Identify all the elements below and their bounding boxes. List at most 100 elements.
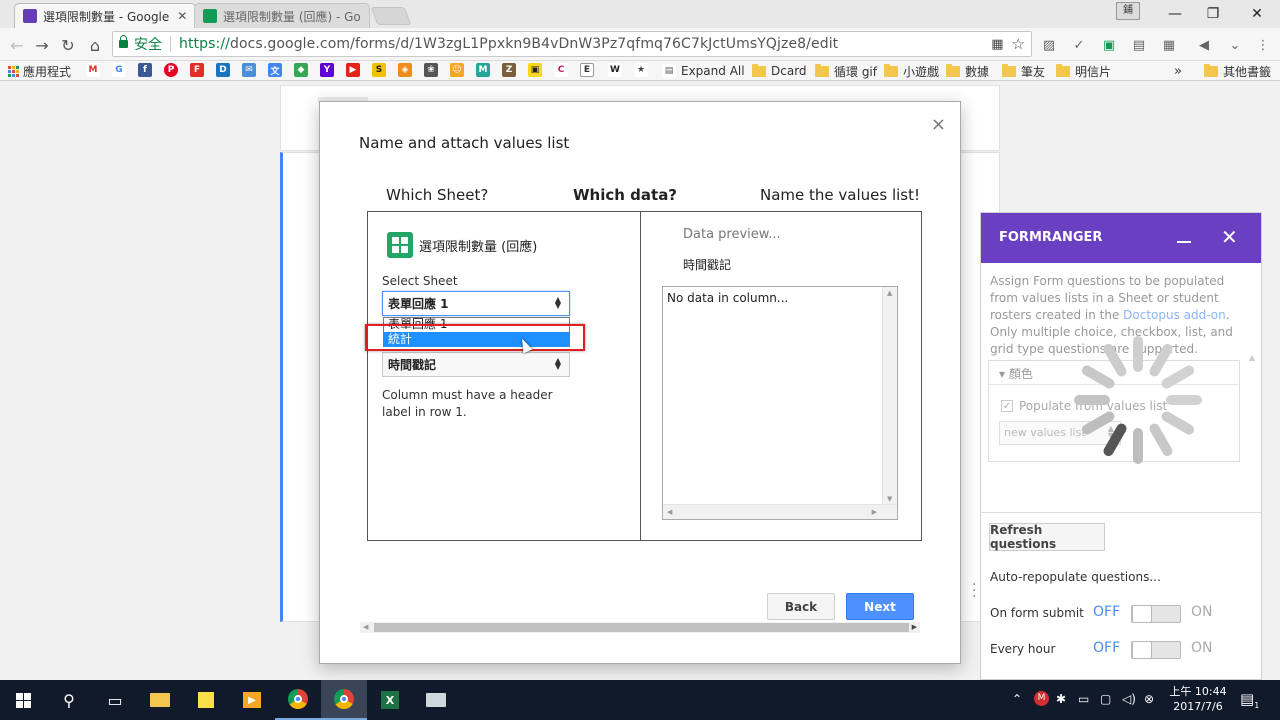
chrome-icon[interactable] <box>321 680 367 720</box>
flipboard-icon[interactable]: F <box>190 63 204 77</box>
yahoo-icon[interactable]: Y <box>320 63 334 77</box>
bookmark-folder[interactable]: 小遊戲 <box>884 63 939 79</box>
volume-icon[interactable]: ◁) <box>1122 692 1136 706</box>
forward-button[interactable]: → <box>31 34 53 56</box>
secure-indicator[interactable]: 安全 <box>113 34 162 54</box>
qr-code-icon[interactable]: ▦ <box>991 37 1003 52</box>
next-button[interactable]: Next <box>846 593 914 620</box>
media-player-icon[interactable]: ▶ <box>229 680 275 720</box>
notification-icon[interactable]: ▤1 <box>1240 690 1259 710</box>
check-icon[interactable]: ✓ <box>1070 36 1088 54</box>
new-tab-button[interactable] <box>370 7 412 25</box>
speaker-icon[interactable]: ◀ <box>1195 36 1213 54</box>
pinterest-icon[interactable]: P <box>164 63 178 77</box>
system-clock[interactable]: 上午 10:44 2017/7/6 <box>1168 684 1228 714</box>
bookmark-icon[interactable]: Z <box>502 63 516 77</box>
app-icon[interactable] <box>413 680 459 720</box>
battery-icon[interactable]: ▭ <box>1078 692 1089 706</box>
dialog-horizontal-scrollbar[interactable]: ◀ ▶ <box>360 622 920 633</box>
bookmark-icon[interactable]: ☺ <box>450 63 464 77</box>
bookmark-icon[interactable]: ★ <box>634 63 648 77</box>
wikipedia-icon[interactable]: W <box>608 63 622 77</box>
scroll-up-icon[interactable]: ▲ <box>887 289 892 297</box>
chrome-icon[interactable] <box>275 680 321 720</box>
tab-sheets[interactable]: 選項限制數量 (回應) - Go ✕ <box>194 3 370 28</box>
bookmark-folder[interactable]: 循環 gif <box>815 63 877 79</box>
toggle-knob[interactable] <box>1132 641 1152 659</box>
back-button[interactable]: ← <box>6 34 28 56</box>
more-bookmarks-button[interactable]: » <box>1174 63 1182 79</box>
profile-button[interactable]: 鋪 <box>1116 2 1140 20</box>
scroll-up-icon[interactable]: ▲ <box>1249 353 1255 362</box>
file-explorer-icon[interactable] <box>137 680 183 720</box>
extension-icon[interactable]: ▣ <box>1100 36 1118 54</box>
bookmark-icon[interactable]: M <box>476 63 490 77</box>
network-icon[interactable]: ▢ <box>1100 692 1111 706</box>
drag-handle-icon[interactable]: · · · <box>972 578 976 604</box>
task-view-icon[interactable]: ▭ <box>92 680 138 720</box>
column-select[interactable]: 時間戳記 ▲ ▼ <box>382 352 570 377</box>
minimize-icon[interactable] <box>1177 241 1191 243</box>
on-form-submit-toggle[interactable] <box>1131 605 1181 623</box>
bookmark-icon[interactable]: E <box>580 63 594 77</box>
home-button[interactable]: ⌂ <box>84 34 106 56</box>
close-icon[interactable]: × <box>931 114 946 135</box>
excel-icon[interactable]: X <box>367 680 413 720</box>
address-bar[interactable]: 安全 https://docs.google.com/forms/d/1W3zg… <box>112 31 1032 57</box>
close-icon[interactable]: ✕ <box>361 9 370 23</box>
close-icon[interactable]: ✕ <box>169 9 187 23</box>
close-icon[interactable]: ✕ <box>1221 225 1238 249</box>
bookmark-expand-all[interactable]: ▤ Expand All <box>662 63 745 79</box>
sticky-notes-icon[interactable] <box>183 680 229 720</box>
google-icon[interactable]: G <box>112 63 126 77</box>
search-icon[interactable]: ⚲ <box>46 680 92 720</box>
bookmark-folder[interactable]: 筆友 <box>1002 63 1045 79</box>
window-close-button[interactable]: ✕ <box>1234 0 1280 28</box>
bookmark-icon[interactable]: C <box>554 63 568 77</box>
back-button[interactable]: Back <box>767 593 835 620</box>
tray-icon[interactable]: ✱ <box>1056 692 1066 706</box>
chevron-up-icon[interactable]: ⌃ <box>1012 692 1022 706</box>
bookmark-folder[interactable]: 數據 <box>946 63 989 79</box>
bookmark-icon[interactable]: D <box>216 63 230 77</box>
windows-start-icon[interactable] <box>0 680 46 720</box>
grid-icon[interactable]: ▦ <box>1160 36 1178 54</box>
gmail-icon[interactable]: M <box>86 63 100 77</box>
scroll-right-icon[interactable]: ▶ <box>872 508 877 516</box>
star-icon[interactable]: ☆ <box>1012 35 1025 53</box>
ime-icon[interactable]: ⊗ <box>1144 692 1154 706</box>
scroll-left-icon[interactable]: ◀ <box>667 508 672 516</box>
scroll-thumb[interactable] <box>374 623 909 632</box>
youtube-icon[interactable]: ▶ <box>346 63 360 77</box>
bookmark-folder[interactable]: 明信片 <box>1056 63 1111 79</box>
tab-forms[interactable]: 選項限制數量 - Google ✕ <box>14 3 196 28</box>
mail-icon[interactable]: ✉ <box>242 63 256 77</box>
chevron-down-icon[interactable]: ⌄ <box>1226 36 1244 54</box>
scroll-down-icon[interactable]: ▼ <box>887 495 892 503</box>
vertical-scrollbar[interactable]: ▲ ▼ <box>882 287 897 505</box>
bookmark-icon[interactable]: ◈ <box>398 63 412 77</box>
restore-button[interactable]: ❐ <box>1190 0 1236 28</box>
menu-icon[interactable]: ⋮ <box>1254 36 1272 54</box>
scroll-right-icon[interactable]: ▶ <box>912 623 917 631</box>
other-bookmarks[interactable]: 其他書籤 <box>1204 63 1271 79</box>
every-hour-toggle[interactable] <box>1131 641 1181 659</box>
toggle-knob[interactable] <box>1132 605 1152 623</box>
reload-button[interactable]: ↻ <box>57 34 79 56</box>
sheet-select[interactable]: 表單回應 1 ▲ ▼ <box>382 291 570 316</box>
extension-icon[interactable]: ▨ <box>1040 36 1058 54</box>
translate-icon[interactable]: 文 <box>268 63 282 77</box>
gmail-notifier-icon[interactable]: M <box>1034 691 1049 706</box>
facebook-icon[interactable]: f <box>138 63 152 77</box>
refresh-questions-button[interactable]: Refresh questions <box>989 523 1105 551</box>
checkbox-icon[interactable]: ✓ <box>1001 400 1013 412</box>
maps-icon[interactable]: ◆ <box>294 63 308 77</box>
extension-icon[interactable]: ▤ <box>1130 36 1148 54</box>
horizontal-scrollbar[interactable]: ◀ ▶ <box>663 504 897 519</box>
apps-bookmark[interactable]: 應用程式 <box>8 63 71 79</box>
bookmark-folder[interactable]: Dcard <box>752 63 807 79</box>
scroll-left-icon[interactable]: ◀ <box>363 623 368 631</box>
bookmark-icon[interactable]: S <box>372 63 386 77</box>
bookmark-icon[interactable]: ▣ <box>528 63 542 77</box>
bookmark-icon[interactable]: ❀ <box>424 63 438 77</box>
